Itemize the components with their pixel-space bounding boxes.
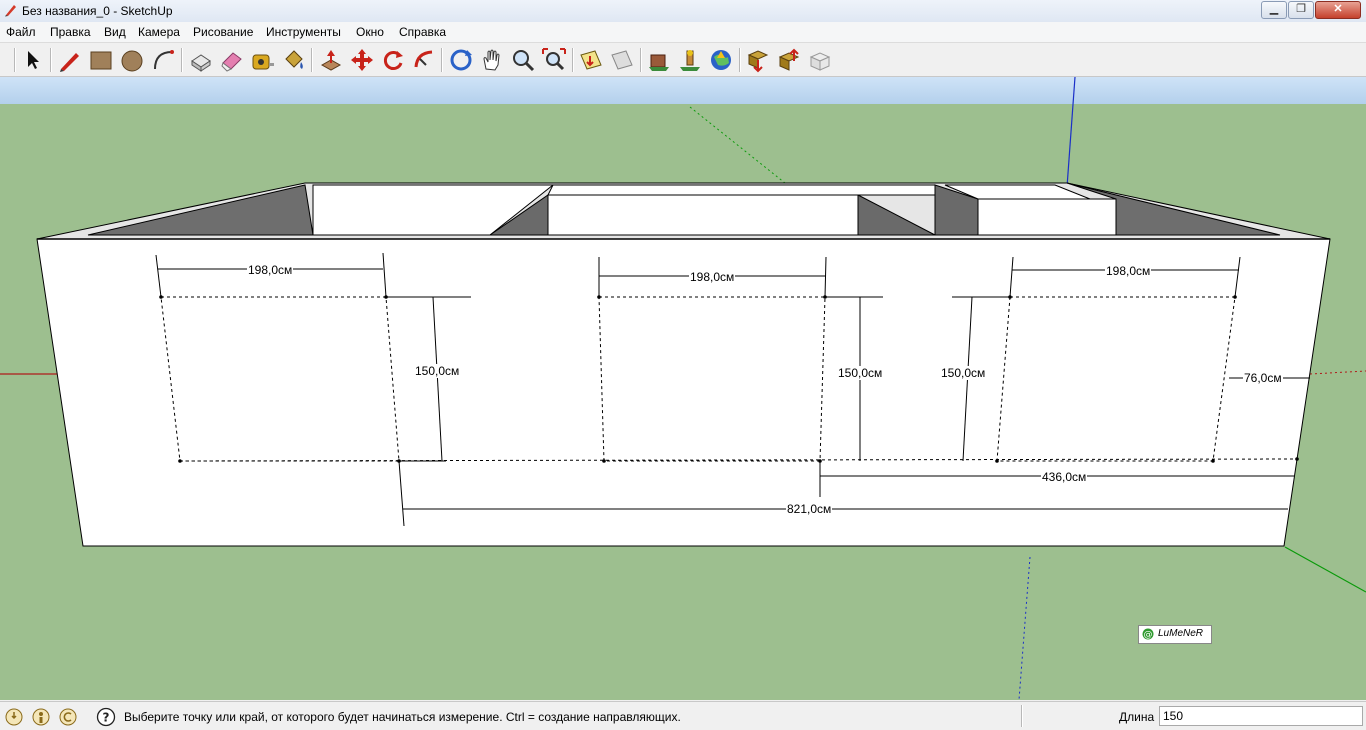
toolbar-separator [14,48,16,72]
rectangle-icon[interactable] [88,47,114,73]
toolbar-separator [181,48,183,72]
google-earth-icon[interactable] [708,47,734,73]
menu-help[interactable]: Справка [399,25,446,39]
eraser-icon[interactable] [219,47,245,73]
menu-view[interactable]: Вид [104,25,126,39]
svg-text:?: ? [103,711,110,725]
arc-icon[interactable] [150,47,176,73]
window-title: Без названия_0 - SketchUp [22,4,173,18]
pencil-icon[interactable] [57,47,83,73]
menu-camera[interactable]: Камера [138,25,180,39]
measurement-label: Длина [1119,710,1155,724]
watermark-text: LuMeNeR [1158,628,1204,639]
dimension-top-right: 198,0см [1105,264,1152,278]
dimension-height-left: 150,0см [414,364,461,378]
zoom-extents-icon[interactable] [541,47,567,73]
select-tool-icon[interactable] [20,47,46,73]
dimension-top-left: 198,0см [247,263,294,277]
toggle-terrain-icon[interactable] [609,47,635,73]
rotate-icon[interactable] [380,47,406,73]
menu-bar: Файл Правка Вид Камера Рисование Инструм… [0,22,1366,43]
measurement-input[interactable] [1159,706,1363,726]
get-models-icon[interactable] [646,47,672,73]
zoom-icon[interactable] [510,47,536,73]
inner-top-middle [547,184,936,196]
sky [0,77,1366,104]
status-message: Выберите точку или край, от которого буд… [124,710,681,724]
push-pull-icon[interactable] [318,47,344,73]
share-component-icon[interactable] [776,47,802,73]
menu-draw[interactable]: Рисование [193,25,253,39]
inner-back-right [977,198,1117,236]
pan-hand-icon[interactable] [479,47,505,73]
toolbar-separator [50,48,52,72]
send-to-layout-icon[interactable] [807,47,833,73]
orbit-icon[interactable] [448,47,474,73]
move-icon[interactable] [349,47,375,73]
toolbar-separator [739,48,741,72]
toolbar-separator [572,48,574,72]
user-account-icon[interactable] [58,707,78,727]
dimension-width-partial: 436,0см [1041,470,1088,484]
get-components-icon[interactable] [745,47,771,73]
at-sign-icon: @ [1142,628,1154,640]
toolbar-separator [441,48,443,72]
author-watermark: @ LuMeNeR [1138,625,1212,644]
paint-bucket-icon[interactable] [281,47,307,73]
menu-tools[interactable]: Инструменты [266,25,341,39]
follow-me-icon[interactable] [411,47,437,73]
main-toolbar [0,43,1366,77]
help-icon[interactable]: ? [96,707,116,727]
dimension-height-middle: 150,0см [837,366,884,380]
dimension-top-middle: 198,0см [689,270,736,284]
status-bar: ? Выберите точку или край, от которого б… [0,701,1366,730]
close-button[interactable]: ✕ [1315,1,1361,19]
make-component-icon[interactable] [188,47,214,73]
model-scene[interactable] [0,77,1366,700]
model-viewport[interactable]: 198,0см 198,0см 198,0см 150,0см 150,0см … [0,77,1366,700]
circle-icon[interactable] [119,47,145,73]
minimize-button[interactable]: ▁ [1261,1,1287,19]
toolbar-separator [640,48,642,72]
add-location-icon[interactable] [578,47,604,73]
tape-measure-icon[interactable] [250,47,276,73]
toolbar-separator [311,48,313,72]
menu-file[interactable]: Файл [6,25,36,39]
maximize-button[interactable]: ❐ [1288,1,1314,19]
front-wall [36,238,1331,547]
dimension-width-total: 821,0см [786,502,833,516]
dimension-edge-height: 76,0см [1243,371,1283,385]
dimension-height-right: 150,0см [940,366,987,380]
geo-location-icon[interactable] [4,707,24,727]
sketchup-app-icon [5,5,16,17]
inner-back-middle [547,194,859,236]
place-model-icon[interactable] [677,47,703,73]
status-divider [1021,705,1023,727]
menu-window[interactable]: Окно [356,25,384,39]
menu-edit[interactable]: Правка [50,25,91,39]
title-bar: Без названия_0 - SketchUp ▁ ❐ ✕ [0,0,1366,23]
credits-icon[interactable] [31,707,51,727]
svg-text:@: @ [1144,630,1153,640]
